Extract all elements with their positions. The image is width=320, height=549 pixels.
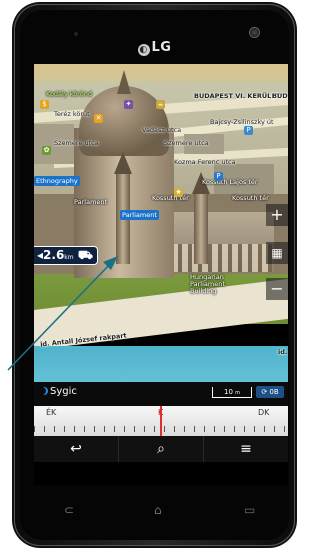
poi-icon[interactable]: ✕ — [94, 114, 103, 123]
scale-value: 10 — [223, 388, 233, 396]
poi-icon[interactable]: ✿ — [42, 146, 51, 155]
back-button[interactable]: ↩ — [34, 436, 119, 462]
label-kossuth3: Kossuth tér — [232, 194, 269, 202]
sensor-icon — [74, 32, 78, 36]
brand-text: LG — [151, 40, 172, 55]
softkey-back-icon[interactable]: ⊂ — [64, 503, 74, 517]
softkey-home-icon[interactable]: ⌂ — [154, 503, 162, 517]
tracker-label: 0B — [269, 388, 279, 396]
brand-logo: ◐ LG — [20, 40, 289, 56]
sygic-logo: Sygic — [40, 386, 77, 397]
label-vadasz: Vadász utca — [142, 126, 182, 134]
label-kozma: Kozma Ferenc utca — [174, 158, 236, 166]
sygic-text: Sygic — [50, 386, 77, 397]
map-scale: 10 m — [212, 387, 252, 398]
scale-unit: m — [235, 390, 241, 396]
compass-left: ÉK — [46, 408, 57, 417]
poi-icon[interactable]: ☕ — [156, 100, 165, 109]
bottom-nav: ↩ ⌕ ≡ — [34, 436, 288, 462]
menu-button[interactable]: ≡ — [204, 436, 288, 462]
softkey-recent-icon[interactable]: ▭ — [244, 503, 255, 517]
label-bajcsy: Bajcsy-Zsilinszky út — [210, 118, 274, 126]
label-szemere-left: Szemere utca — [54, 139, 99, 147]
search-button[interactable]: ⌕ — [119, 436, 204, 462]
app-screen: Kodály körönd Teréz körút BUDAPEST VI. K… — [34, 64, 288, 485]
poi-icon[interactable]: ✦ — [124, 100, 133, 109]
sygic-moon-icon — [40, 387, 48, 395]
poi-icon[interactable]: P — [244, 126, 253, 135]
label-terez: Teréz körút — [54, 110, 90, 118]
distance-badge: ◂2.6km ⛟ — [34, 246, 98, 265]
poi-icon[interactable]: P — [214, 172, 223, 181]
grid-menu-button[interactable]: ▦ — [266, 242, 288, 264]
label-id-right: id. — [278, 348, 288, 356]
label-parliament-sub: Parlament — [74, 198, 108, 206]
zoom-out-button[interactable]: − — [266, 278, 288, 300]
map-view[interactable]: Kodály körönd Teréz körút BUDAPEST VI. K… — [34, 64, 288, 406]
parliament-tower — [192, 172, 210, 264]
label-bud: BUD — [272, 92, 288, 100]
label-ethnography: Ethnography — [34, 176, 80, 186]
label-szemere-right: Szemere utca — [164, 139, 209, 147]
label-kossuth2: Kossuth Lajos tér — [202, 178, 258, 186]
lg-logo-icon: ◐ — [137, 44, 150, 56]
label-budapest: BUDAPEST VI. KERÜLET — [194, 92, 281, 100]
compass-right: DK — [258, 408, 270, 417]
label-kodaly: Kodály körönd — [46, 90, 93, 98]
compass-needle — [160, 406, 162, 436]
compass-bar: ÉK K DK — [34, 406, 288, 436]
map-status-bar: Sygic 10 m ⟳ 0B — [34, 382, 288, 406]
zoom-in-button[interactable]: + — [266, 204, 288, 226]
poi-icon[interactable]: $ — [40, 100, 49, 109]
label-kossuth: Kossuth tér — [152, 194, 189, 202]
distance-value: 2.6 — [43, 248, 65, 262]
parliament-spire — [117, 70, 131, 94]
tracker-button[interactable]: ⟳ 0B — [256, 386, 284, 398]
car-icon: ⛟ — [77, 248, 93, 262]
label-hungarian-parliament: Hungarian Parliament Building — [190, 273, 225, 295]
camera-icon — [250, 28, 259, 37]
poi-icon[interactable]: ★ — [174, 188, 183, 197]
loop-icon: ⟳ — [261, 388, 268, 396]
android-softkeys: ⊂ ⌂ ▭ — [34, 498, 288, 526]
label-parliament: Parliament — [120, 210, 159, 220]
distance-unit: km — [64, 254, 74, 261]
